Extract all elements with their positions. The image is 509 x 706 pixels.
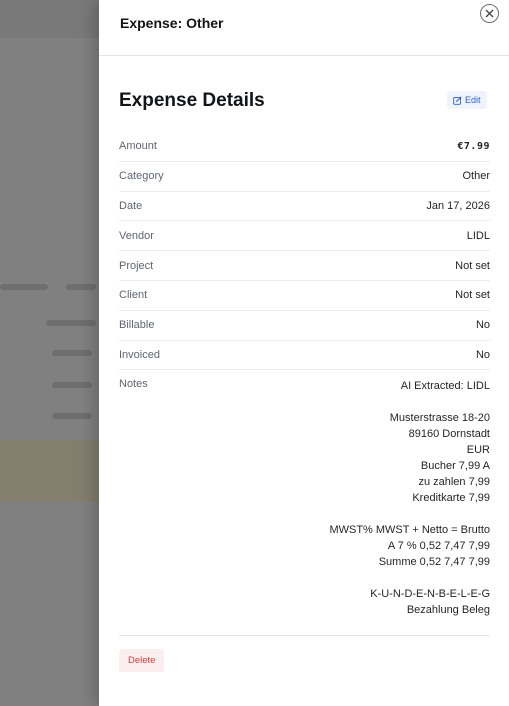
notes-line: A 7 % 0,52 7,47 7,99: [387, 540, 490, 553]
drawer-header: Expense: Other: [99, 0, 509, 56]
notes-line: K-U-N-D-E-N-B-E-L-E-G: [370, 588, 490, 601]
notes-line: 89160 Dornstadt: [408, 428, 490, 441]
notes-label: Notes: [119, 378, 148, 391]
detail-row-billable: Billable No: [119, 311, 490, 341]
detail-value: Not set: [455, 289, 490, 302]
notes-line: EUR: [466, 444, 490, 457]
notes-line: AI Extracted: LIDL: [400, 380, 490, 393]
notes-paragraph: Musterstrasse 18-20 89160 Dornstadt EUR …: [329, 410, 490, 506]
detail-row-project: Project Not set: [119, 251, 490, 281]
footer-divider: [119, 635, 490, 636]
close-button[interactable]: [480, 4, 499, 23]
detail-value: Not set: [455, 259, 490, 272]
edit-label: Edit: [465, 95, 481, 105]
details-list: Amount €7.99 Category Other Date Jan 17,…: [119, 132, 490, 618]
notes-paragraph: MWST% MWST + Netto = Brutto A 7 % 0,52 7…: [329, 522, 490, 570]
detail-label: Billable: [119, 319, 155, 332]
notes-line: Bezahlung Beleg: [406, 604, 490, 617]
notes-line: Musterstrasse 18-20: [389, 412, 490, 425]
expense-drawer: Expense: Other Expense Details Edit Amou…: [99, 0, 509, 706]
edit-icon: [453, 96, 462, 105]
notes-line: Bucher 7,99 A: [420, 460, 490, 473]
section-title: Expense Details: [119, 90, 265, 111]
detail-label: Date: [119, 199, 143, 212]
detail-row-vendor: Vendor LIDL: [119, 221, 490, 252]
detail-value: Other: [462, 170, 490, 183]
detail-row-invoiced: Invoiced No: [119, 341, 490, 371]
detail-value: No: [475, 319, 490, 332]
detail-label: Invoiced: [119, 348, 160, 361]
detail-row-amount: Amount €7.99: [119, 132, 490, 162]
notes-paragraph: AI Extracted: LIDL: [329, 378, 490, 394]
detail-label: Vendor: [119, 229, 154, 242]
edit-button[interactable]: Edit: [447, 91, 487, 109]
detail-row-client: Client Not set: [119, 281, 490, 311]
detail-label: Project: [119, 259, 154, 272]
notes-line: zu zahlen 7,99: [418, 476, 490, 489]
detail-row-notes: Notes AI Extracted: LIDL Musterstrasse 1…: [119, 370, 490, 618]
notes-paragraph: K-U-N-D-E-N-B-E-L-E-G Bezahlung Beleg: [329, 586, 490, 618]
detail-value: Jan 17, 2026: [426, 199, 490, 212]
detail-value: €7.99: [457, 140, 490, 152]
detail-label: Client: [119, 289, 148, 302]
close-icon: [485, 9, 494, 18]
delete-button[interactable]: Delete: [119, 649, 165, 672]
detail-value: LIDL: [466, 229, 490, 242]
detail-label: Amount: [119, 140, 157, 153]
detail-row-category: Category Other: [119, 162, 490, 192]
notes-line: MWST% MWST + Netto = Brutto: [329, 524, 490, 537]
notes-line: Kreditkarte 7,99: [412, 492, 490, 505]
drawer-title: Expense: Other: [120, 15, 224, 31]
notes-line: Summe 0,52 7,47 7,99: [378, 556, 490, 569]
detail-value: No: [475, 348, 490, 361]
detail-row-date: Date Jan 17, 2026: [119, 192, 490, 222]
notes-text: AI Extracted: LIDL Musterstrasse 18-20 8…: [329, 378, 490, 618]
detail-label: Category: [119, 170, 164, 183]
